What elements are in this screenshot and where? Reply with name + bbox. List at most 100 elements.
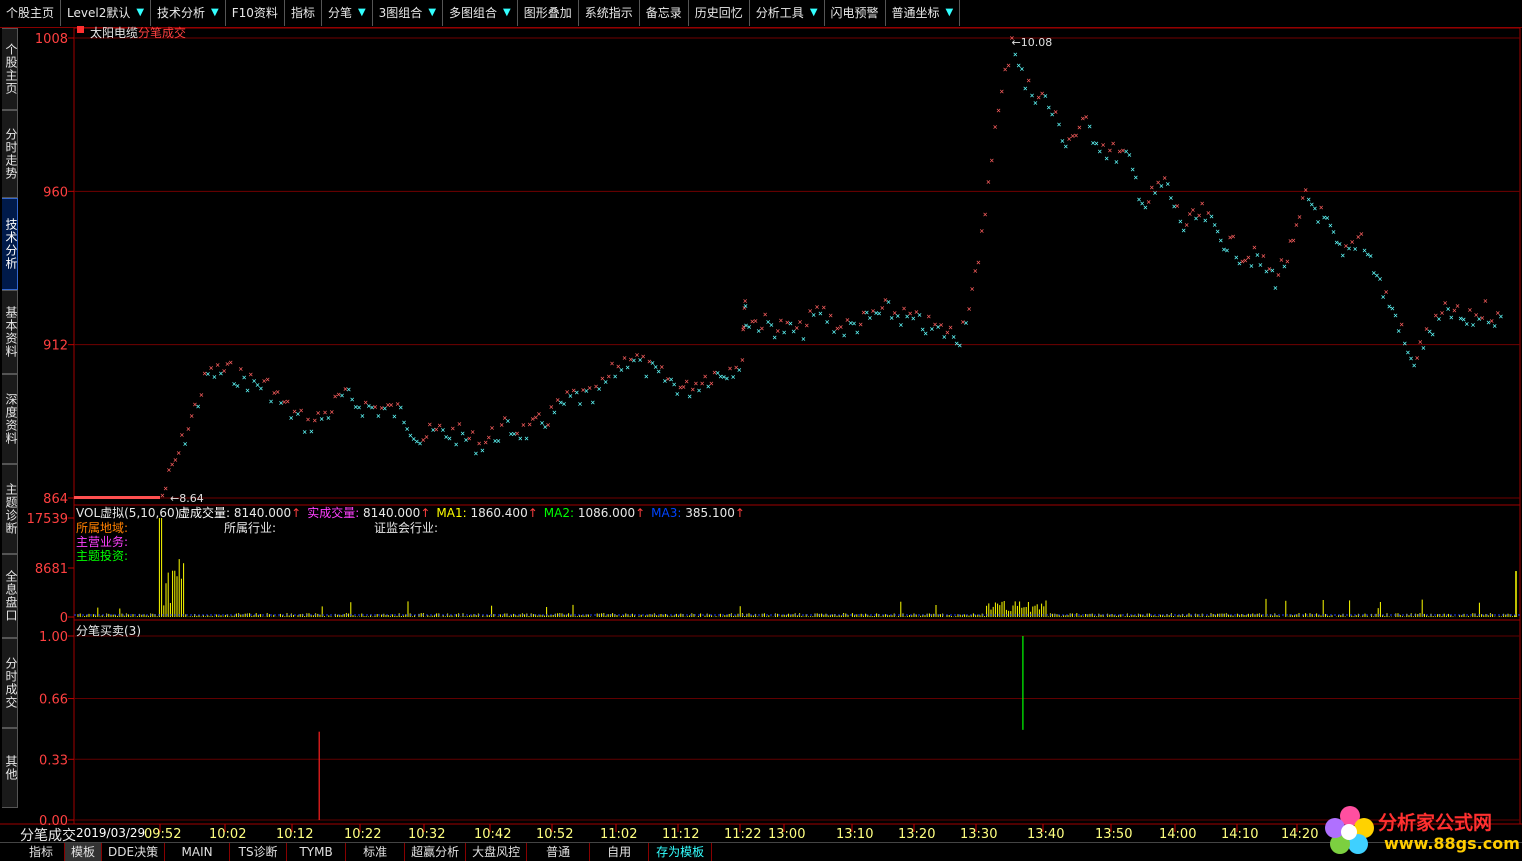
- trade-tick-mark: ×: [486, 433, 491, 442]
- bottom-tab-0[interactable]: 指标: [18, 843, 65, 861]
- trade-tick-mark: ×: [163, 484, 168, 493]
- trade-tick-mark: ×: [1077, 123, 1082, 132]
- trade-tick-mark: ×: [1471, 321, 1476, 330]
- trade-tick-mark: ×: [842, 331, 847, 340]
- bottom-tab-5[interactable]: TYMB: [287, 843, 347, 861]
- trade-tick-mark: ×: [775, 326, 780, 335]
- bottom-tab-7[interactable]: 超赢分析: [405, 843, 467, 861]
- chart-area[interactable]: 100896091286417539868101.000.660.330.000…: [0, 0, 1522, 842]
- trade-tick-mark: ×: [212, 372, 217, 381]
- trade-tick-mark: ×: [1294, 221, 1299, 230]
- trade-tick-mark: ×: [1368, 252, 1373, 261]
- price-tick-label: 1008: [35, 32, 68, 47]
- vol-legend-label: 虚成交量:: [178, 506, 231, 520]
- trade-tick-mark: ×: [235, 382, 240, 391]
- trade-tick-mark: ×: [578, 399, 583, 408]
- trade-tick-mark: ×: [1455, 302, 1460, 311]
- trade-tick-mark: ×: [684, 377, 689, 386]
- trade-tick-mark: ×: [302, 427, 307, 436]
- trade-tick-mark: ×: [703, 372, 708, 381]
- trade-tick-mark: ×: [1020, 64, 1025, 73]
- trade-tick-mark: ×: [1261, 251, 1266, 260]
- up-arrow-icon: ↑: [527, 506, 538, 520]
- vol-legend-item: 实成交量: 8140.000↑: [307, 506, 430, 520]
- vol-legend-item: 虚成交量: 8140.000↑: [178, 506, 301, 520]
- trade-tick-mark: ×: [480, 446, 485, 455]
- trade-tick-mark: ×: [989, 156, 994, 165]
- time-tick-label: 13:00: [768, 827, 805, 842]
- trade-tick-mark: ×: [269, 397, 274, 406]
- flower-logo-icon: [1325, 806, 1374, 854]
- bottom-tab-11[interactable]: 存为模板: [649, 843, 713, 861]
- vol-tick-label: 17539: [27, 512, 68, 527]
- trade-tick-mark: ×: [725, 374, 730, 383]
- vol-legend-label: MA1:: [436, 506, 467, 520]
- up-arrow-icon: ↑: [420, 506, 431, 520]
- trade-tick-mark: ×: [1006, 61, 1011, 70]
- vol-info-label: 主题投资:: [76, 549, 129, 563]
- trade-tick-mark: ×: [983, 210, 988, 219]
- vol-legend-label: MA2:: [543, 506, 575, 520]
- trade-tick-mark: ×: [899, 321, 904, 330]
- trade-tick-mark: ×: [926, 312, 931, 321]
- trade-tick-mark: ×: [740, 356, 745, 365]
- trade-tick-mark: ×: [1430, 330, 1435, 339]
- time-tick-label: 10:22: [344, 827, 381, 842]
- time-tick-label: 13:20: [898, 827, 935, 842]
- price-panel-frame: [73, 27, 1521, 506]
- trade-tick-mark: ×: [939, 321, 944, 330]
- trade-tick-mark: ×: [1331, 228, 1336, 237]
- vol-legend-value: 1086.000: [574, 506, 636, 520]
- trade-tick-mark: ×: [490, 424, 495, 433]
- bottom-tab-4[interactable]: TS诊断: [230, 843, 288, 861]
- trade-tick-mark: ×: [389, 401, 394, 410]
- trade-tick-mark: ×: [610, 359, 615, 368]
- trade-tick-mark: ×: [1074, 131, 1079, 140]
- time-tick-label: 13:40: [1027, 827, 1064, 842]
- trade-tick-mark: ×: [398, 403, 403, 412]
- trade-tick-mark: ×: [760, 324, 765, 333]
- trade-tick-mark: ×: [1359, 229, 1364, 238]
- trade-tick-mark: ×: [672, 380, 677, 389]
- trade-tick-mark: ×: [801, 335, 806, 344]
- trade-tick-mark: ×: [1316, 218, 1321, 227]
- time-tick-label: 11:22: [724, 827, 761, 842]
- trade-tick-mark: ×: [285, 397, 290, 406]
- trade-tick-mark: ×: [309, 427, 314, 436]
- bottom-spacer: [0, 843, 18, 861]
- trade-tick-mark: ×: [970, 285, 975, 294]
- trade-tick-mark: ×: [828, 311, 833, 320]
- bottom-tab-1[interactable]: 模板: [65, 843, 103, 861]
- trade-tick-mark: ×: [1197, 211, 1202, 220]
- bottom-tab-9[interactable]: 普通: [527, 843, 591, 861]
- trade-tick-mark: ×: [1114, 158, 1119, 167]
- bottom-tab-2[interactable]: DDE决策: [102, 843, 166, 861]
- bottom-tab-6[interactable]: 标准: [346, 843, 406, 861]
- volume-bars: [77, 518, 1518, 617]
- bottom-tab-3[interactable]: MAIN: [165, 843, 231, 861]
- vol-legend-item: MA3: 385.100↑: [651, 506, 745, 520]
- bottom-tab-8[interactable]: 大盘风控: [466, 843, 528, 861]
- time-tick-label: 14:00: [1159, 827, 1196, 842]
- trade-tick-mark: ×: [228, 358, 233, 367]
- trade-tick-mark: ×: [641, 352, 646, 361]
- bottom-tab-10[interactable]: 自用: [590, 843, 650, 861]
- trade-tick-mark: ×: [644, 372, 649, 381]
- trade-tick-mark: ×: [537, 409, 542, 418]
- trade-tick-mark: ×: [731, 372, 736, 381]
- trade-tick-mark: ×: [1468, 306, 1473, 315]
- trade-tick-mark: ×: [590, 398, 595, 407]
- trade-tick-mark: ×: [1483, 297, 1488, 306]
- trade-tick-mark: ×: [1421, 344, 1426, 353]
- trade-tick-mark: ×: [1013, 50, 1018, 59]
- trade-tick-mark: ×: [1464, 320, 1469, 329]
- trade-tick-mark: ×: [183, 439, 188, 448]
- trade-tick-mark: ×: [209, 363, 214, 372]
- trade-tick-mark: ×: [1285, 257, 1290, 266]
- trade-tick-mark: ×: [470, 428, 475, 437]
- trade-tick-mark: ×: [996, 106, 1001, 115]
- bs-tick-label: 1.00: [39, 630, 68, 645]
- trade-tick-mark: ×: [895, 312, 900, 321]
- trade-tick-mark: ×: [265, 375, 270, 384]
- trade-tick-mark: ×: [619, 365, 624, 374]
